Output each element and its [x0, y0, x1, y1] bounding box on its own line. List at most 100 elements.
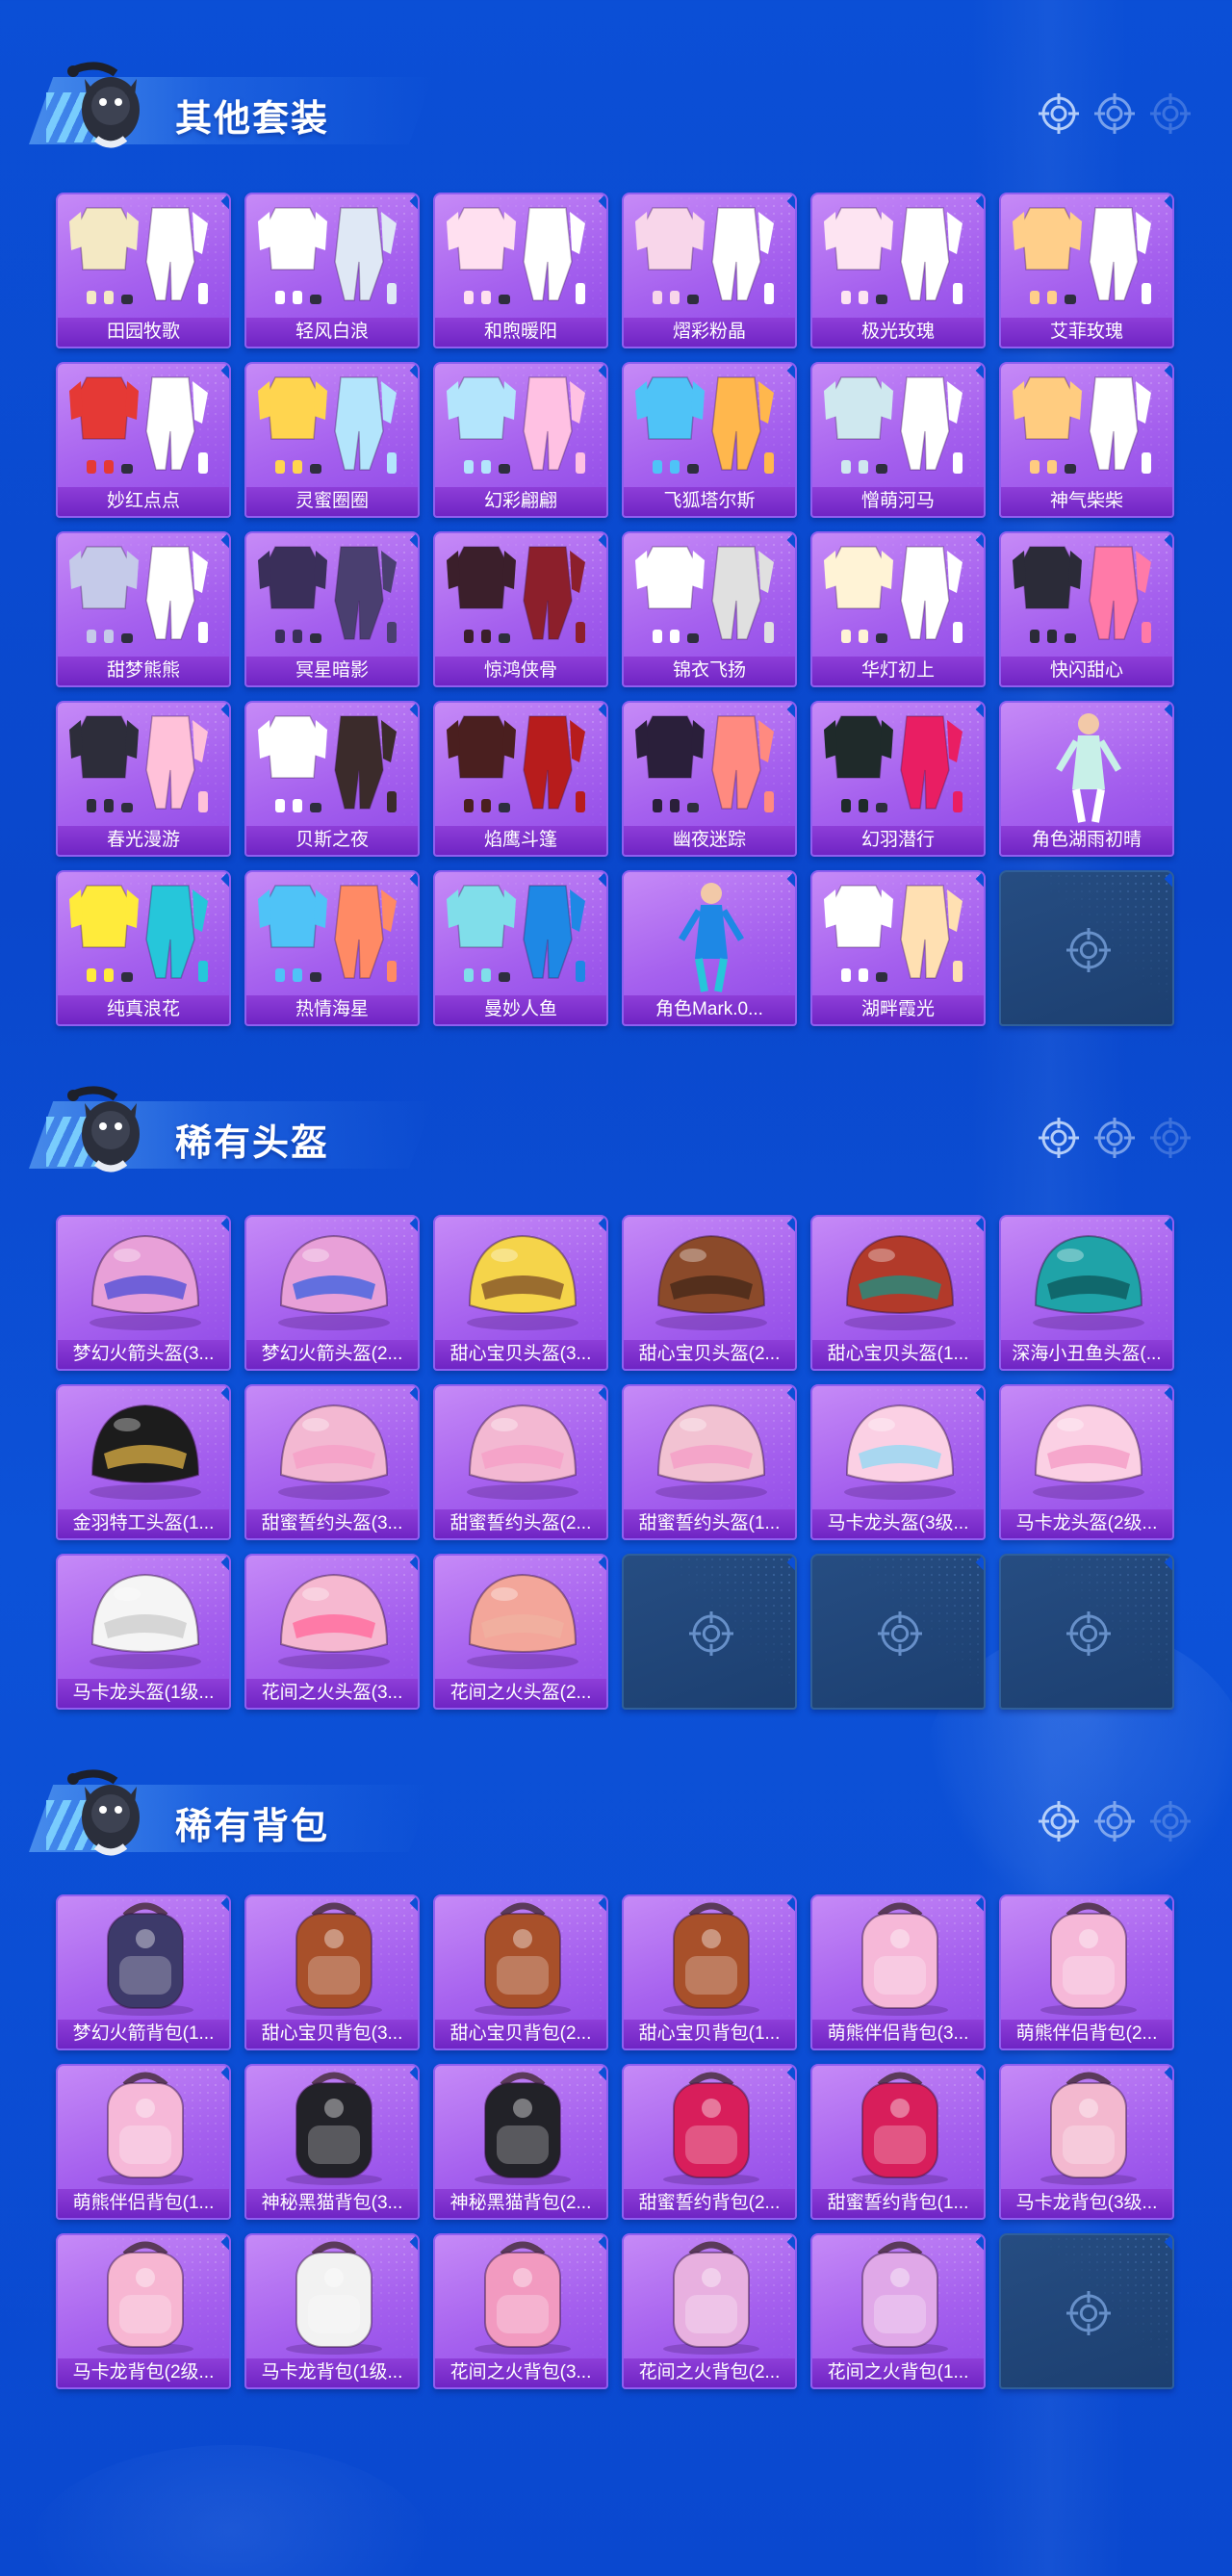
item-card[interactable]: 甜蜜誓约背包(2... [622, 2064, 797, 2220]
crosshair-icon [1065, 2290, 1112, 2336]
item-name: 灵蜜圈圈 [246, 487, 418, 516]
item-card[interactable]: 神气柴柴 [999, 362, 1174, 518]
item-card[interactable]: 深海小丑鱼头盔(... [999, 1215, 1174, 1371]
item-card[interactable]: 梦幻火箭头盔(2... [244, 1215, 420, 1371]
item-card[interactable]: 湖畔霞光 [810, 870, 986, 1026]
item-name: 花间之火头盔(3... [246, 1679, 418, 1708]
item-card[interactable]: 贝斯之夜 [244, 701, 420, 857]
item-name: 和煦暖阳 [435, 318, 606, 347]
item-card[interactable]: 萌熊伴侣背包(1... [56, 2064, 231, 2220]
empty-slot [999, 1554, 1174, 1710]
item-name: 马卡龙头盔(2级... [1001, 1509, 1172, 1538]
item-card[interactable]: 神秘黑猫背包(2... [433, 2064, 608, 2220]
section-header: 其他套装 [0, 46, 1232, 152]
item-card[interactable]: 熠彩粉晶 [622, 193, 797, 348]
item-card[interactable]: 田园牧歌 [56, 193, 231, 348]
item-card[interactable]: 萌熊伴侣背包(3... [810, 1894, 986, 2050]
item-card[interactable]: 甜心宝贝背包(2... [433, 1894, 608, 2050]
item-card[interactable]: 甜心宝贝背包(3... [244, 1894, 420, 2050]
item-card[interactable]: 热情海星 [244, 870, 420, 1026]
item-card[interactable]: 金羽特工头盔(1... [56, 1384, 231, 1540]
item-card[interactable]: 轻风白浪 [244, 193, 420, 348]
item-image [624, 1386, 795, 1509]
item-card[interactable]: 曼妙人鱼 [433, 870, 608, 1026]
item-card[interactable]: 甜心宝贝头盔(3... [433, 1215, 608, 1371]
background-bottom-decoration [29, 2445, 433, 2576]
item-card[interactable]: 马卡龙背包(2级... [56, 2233, 231, 2389]
crosshair-icon [1093, 1800, 1136, 1842]
mascot-icon [58, 1074, 164, 1180]
item-card[interactable]: 神秘黑猫背包(3... [244, 2064, 420, 2220]
item-image [1001, 1386, 1172, 1509]
item-card[interactable]: 甜心宝贝背包(1... [622, 1894, 797, 2050]
item-card[interactable]: 灵蜜圈圈 [244, 362, 420, 518]
item-name: 角色Mark.0... [624, 995, 795, 1024]
item-card[interactable]: 甜心宝贝头盔(2... [622, 1215, 797, 1371]
item-name: 花间之火背包(3... [435, 2358, 606, 2387]
item-card[interactable]: 冥星暗影 [244, 531, 420, 687]
item-card[interactable]: 幻羽潜行 [810, 701, 986, 857]
item-name: 甜心宝贝头盔(1... [812, 1340, 984, 1369]
item-name: 热情海星 [246, 995, 418, 1024]
item-image [812, 364, 984, 487]
item-name: 马卡龙背包(3级... [1001, 2189, 1172, 2218]
item-card[interactable]: 飞狐塔尔斯 [622, 362, 797, 518]
item-card[interactable]: 梦幻火箭背包(1... [56, 1894, 231, 2050]
item-card[interactable]: 甜心宝贝头盔(1... [810, 1215, 986, 1371]
item-image [624, 703, 795, 826]
item-card[interactable]: 花间之火背包(1... [810, 2233, 986, 2389]
item-card[interactable]: 花间之火头盔(3... [244, 1554, 420, 1710]
item-card[interactable]: 幽夜迷踪 [622, 701, 797, 857]
item-card[interactable]: 春光漫游 [56, 701, 231, 857]
item-card[interactable]: 甜蜜誓约背包(1... [810, 2064, 986, 2220]
item-card[interactable]: 甜梦熊熊 [56, 531, 231, 687]
mascot-icon [58, 1758, 164, 1864]
item-card[interactable]: 甜蜜誓约头盔(3... [244, 1384, 420, 1540]
item-name: 甜蜜誓约头盔(1... [624, 1509, 795, 1538]
item-card[interactable]: 锦衣飞扬 [622, 531, 797, 687]
item-image [58, 2066, 229, 2189]
item-image [435, 1217, 606, 1340]
item-card[interactable]: 和煦暖阳 [433, 193, 608, 348]
section-title: 稀有背包 [175, 1807, 330, 1847]
item-card[interactable]: 马卡龙头盔(2级... [999, 1384, 1174, 1540]
item-card[interactable]: 花间之火背包(2... [622, 2233, 797, 2389]
item-image [58, 703, 229, 826]
crosshair-icon [1149, 1800, 1192, 1842]
item-card[interactable]: 梦幻火箭头盔(3... [56, 1215, 231, 1371]
item-name: 春光漫游 [58, 826, 229, 855]
item-card[interactable]: 艾菲玫瑰 [999, 193, 1174, 348]
item-name: 花间之火头盔(2... [435, 1679, 606, 1708]
item-card[interactable]: 花间之火头盔(2... [433, 1554, 608, 1710]
item-card[interactable]: 焰鹰斗篷 [433, 701, 608, 857]
item-image [1001, 364, 1172, 487]
item-card[interactable]: 花间之火背包(3... [433, 2233, 608, 2389]
item-name: 甜蜜誓约头盔(2... [435, 1509, 606, 1538]
section-header: 稀有背包 [0, 1754, 1232, 1860]
item-card[interactable]: 马卡龙背包(1级... [244, 2233, 420, 2389]
item-card[interactable]: 华灯初上 [810, 531, 986, 687]
item-image [435, 1896, 606, 2020]
item-card[interactable]: 纯真浪花 [56, 870, 231, 1026]
item-card[interactable]: 马卡龙头盔(3级... [810, 1384, 986, 1540]
item-card[interactable]: 角色湖雨初晴 [999, 701, 1174, 857]
item-card[interactable]: 萌熊伴侣背包(2... [999, 1894, 1174, 2050]
item-card[interactable]: 幻彩翩翩 [433, 362, 608, 518]
item-card[interactable]: 甜蜜誓约头盔(2... [433, 1384, 608, 1540]
item-name: 幻羽潜行 [812, 826, 984, 855]
item-card[interactable]: 马卡龙头盔(1级... [56, 1554, 231, 1710]
crosshair-icon [1093, 1117, 1136, 1159]
item-name: 马卡龙头盔(3级... [812, 1509, 984, 1538]
item-card[interactable]: 妙红点点 [56, 362, 231, 518]
crosshair-icon [1149, 1117, 1192, 1159]
item-image [58, 1386, 229, 1509]
item-card[interactable]: 惊鸿侠骨 [433, 531, 608, 687]
item-card[interactable]: 马卡龙背包(3级... [999, 2064, 1174, 2220]
item-card[interactable]: 憎萌河马 [810, 362, 986, 518]
empty-slot [999, 870, 1174, 1026]
item-image [812, 1217, 984, 1340]
item-card[interactable]: 角色Mark.0... [622, 870, 797, 1026]
item-card[interactable]: 快闪甜心 [999, 531, 1174, 687]
item-card[interactable]: 甜蜜誓约头盔(1... [622, 1384, 797, 1540]
item-card[interactable]: 极光玫瑰 [810, 193, 986, 348]
